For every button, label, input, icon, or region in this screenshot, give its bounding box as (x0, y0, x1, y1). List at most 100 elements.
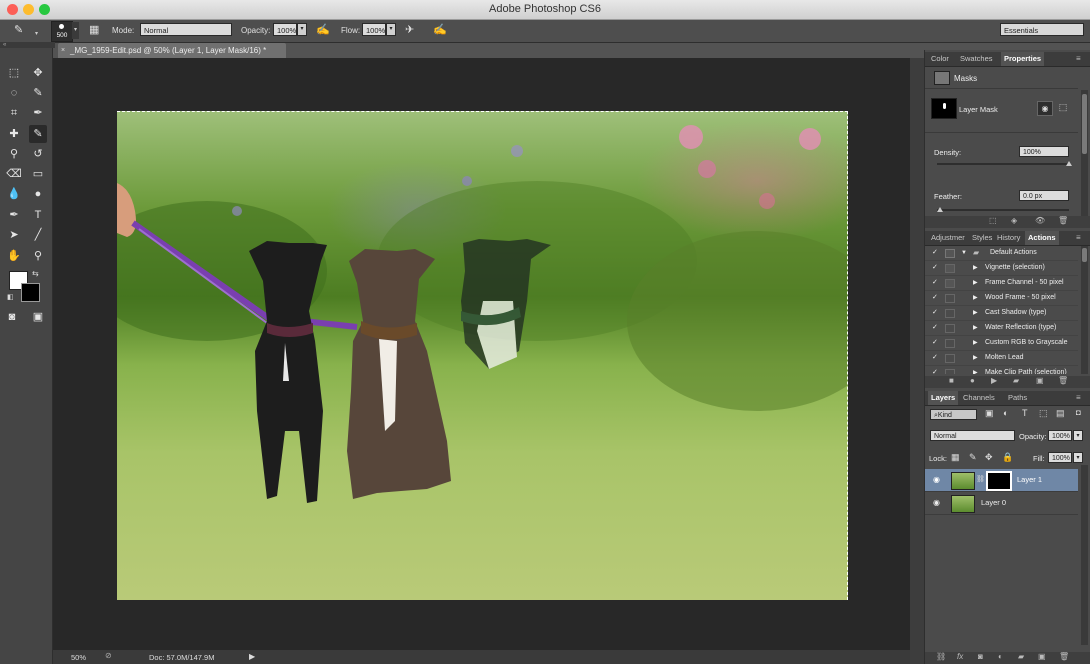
dialog-toggle-icon[interactable] (945, 294, 955, 303)
brush-picker[interactable]: 500 (51, 21, 73, 42)
triangle-right-icon[interactable]: ▶ (973, 321, 978, 335)
action-row[interactable]: ✓ ▶ Frame Channel - 50 pixel (925, 276, 1078, 291)
checkmark-icon[interactable]: ✓ (932, 261, 938, 275)
fill-input[interactable]: 100% (1048, 452, 1072, 463)
dialog-toggle-icon[interactable] (945, 279, 955, 288)
checkmark-icon[interactable]: ✓ (932, 321, 938, 335)
lock-all-icon[interactable]: 🔒 (1002, 452, 1013, 463)
play-icon[interactable]: ▶ (991, 376, 997, 385)
quick-selection-tool-icon[interactable]: ✎ (29, 84, 47, 102)
panel-menu-icon[interactable]: ≡ (1076, 393, 1081, 402)
crop-tool-icon[interactable]: ⌗ (5, 104, 23, 122)
vertical-scrollbar[interactable] (910, 58, 924, 664)
layer-name[interactable]: Layer 0 (981, 492, 1006, 514)
mask-thumbnail[interactable] (931, 98, 957, 119)
triangle-right-icon[interactable]: ▶ (973, 351, 978, 365)
move-tool-icon[interactable]: ✥ (29, 64, 47, 82)
link-icon[interactable]: ⛓ (976, 469, 985, 491)
document-tab[interactable]: × _MG_1959-Edit.psd @ 50% (Layer 1, Laye… (58, 43, 286, 58)
lasso-tool-icon[interactable]: ◌ (5, 84, 23, 102)
clone-stamp-tool-icon[interactable]: ⚲ (5, 145, 23, 163)
tab-adjustments[interactable]: Adjustmer (928, 231, 968, 245)
marquee-tool-icon[interactable]: ⬚ (5, 64, 23, 82)
add-mask-icon[interactable]: ◙ (978, 652, 983, 661)
path-selection-tool-icon[interactable]: ➤ (5, 226, 23, 244)
checkmark-icon[interactable]: ✓ (932, 306, 938, 320)
layer-1-thumbnail[interactable] (951, 472, 975, 490)
tab-layers[interactable]: Layers (928, 391, 959, 405)
filter-pixel-icon[interactable]: ▣ (985, 408, 994, 419)
dialog-toggle-icon[interactable] (945, 264, 955, 273)
document-canvas[interactable] (117, 111, 848, 600)
properties-scrollbar[interactable] (1081, 90, 1088, 220)
pressure-opacity-icon[interactable]: ✍ (316, 23, 330, 36)
tab-properties[interactable]: Properties (1001, 52, 1045, 66)
opacity-input[interactable]: 100% (273, 23, 297, 36)
layer-name[interactable]: Layer 1 (1017, 469, 1042, 491)
dialog-toggle-icon[interactable] (945, 249, 955, 258)
action-name[interactable]: Make Clip Path (selection) (985, 366, 1067, 374)
triangle-right-icon[interactable]: ▶ (973, 306, 978, 320)
action-name[interactable]: Water Reflection (type) (985, 321, 1056, 335)
flow-input[interactable]: 100% (362, 23, 386, 36)
dodge-tool-icon[interactable]: ● (29, 185, 47, 203)
action-row[interactable]: ✓ ▶ Vignette (selection) (925, 261, 1078, 276)
panel-menu-icon[interactable]: ≡ (1076, 233, 1081, 242)
history-brush-tool-icon[interactable]: ↺ (29, 145, 47, 163)
tab-history[interactable]: History (994, 231, 1023, 245)
layer-row-layer-1[interactable]: ◉ ⛓ Layer 1 (925, 469, 1078, 492)
panel-menu-icon[interactable]: ≡ (1076, 54, 1081, 63)
tab-paths[interactable]: Paths (1005, 391, 1030, 405)
filter-shape-icon[interactable]: ⬚ (1039, 408, 1048, 419)
brush-tool-preset-icon[interactable]: ✎ (14, 23, 23, 36)
link-layers-icon[interactable]: ⛓ (936, 652, 946, 661)
layer-style-icon[interactable]: fx (957, 652, 963, 661)
checkmark-icon[interactable]: ✓ (932, 366, 938, 374)
hand-tool-icon[interactable]: ✋ (5, 247, 23, 265)
action-row[interactable]: ✓ ▶ Custom RGB to Grayscale (925, 336, 1078, 351)
action-name[interactable]: Vignette (selection) (985, 261, 1045, 275)
gradient-tool-icon[interactable]: ▭ (29, 165, 47, 183)
lock-position-icon[interactable]: ✥ (985, 452, 993, 463)
default-colors-icon[interactable]: ◧ (7, 293, 14, 301)
quick-mask-icon[interactable]: ◙ (3, 308, 21, 326)
stop-recording-icon[interactable]: ■ (949, 376, 954, 385)
visibility-icon[interactable]: 👁 (1035, 216, 1045, 225)
triangle-down-icon[interactable]: ▼ (961, 246, 967, 260)
airbrush-icon[interactable]: ✈ (405, 23, 414, 36)
dialog-toggle-icon[interactable] (945, 354, 955, 363)
new-action-icon[interactable]: ▣ (1036, 376, 1044, 385)
checkmark-icon[interactable]: ✓ (932, 276, 938, 290)
lock-transparent-icon[interactable]: ▦ (951, 452, 960, 463)
fill-slider-toggle[interactable]: ▾ (1073, 452, 1083, 463)
layer-filter-kind[interactable]: ⌕Kind (930, 409, 977, 420)
density-input[interactable]: 100% (1019, 146, 1069, 157)
layer-0-thumbnail[interactable] (951, 495, 975, 513)
dialog-toggle-icon[interactable] (945, 324, 955, 333)
action-row[interactable]: ✓ ▶ Wood Frame - 50 pixel (925, 291, 1078, 306)
tab-channels[interactable]: Channels (960, 391, 998, 405)
triangle-right-icon[interactable]: ▶ (973, 291, 978, 305)
toolbox-collapse-icon[interactable]: « (0, 42, 55, 48)
density-slider-knob[interactable] (1066, 161, 1072, 166)
dialog-toggle-icon[interactable] (945, 309, 955, 318)
eraser-tool-icon[interactable]: ⌫ (5, 165, 23, 183)
tab-swatches[interactable]: Swatches (957, 52, 996, 66)
checkmark-icon[interactable]: ✓ (932, 246, 938, 260)
action-row[interactable]: ✓ ▶ Make Clip Path (selection) (925, 366, 1078, 374)
zoom-level[interactable]: 50% (71, 653, 86, 662)
mode-dropdown[interactable]: Normal (140, 23, 232, 36)
layer-1-mask-thumbnail[interactable] (986, 471, 1012, 491)
line-tool-icon[interactable]: ╱ (29, 226, 47, 244)
new-set-icon[interactable]: ▰ (1013, 376, 1019, 385)
new-group-icon[interactable]: ▰ (1018, 652, 1024, 661)
chevron-down-icon[interactable]: ▾ (35, 30, 38, 37)
adjustment-layer-icon[interactable]: ◐ (998, 652, 1003, 661)
status-menu-icon[interactable]: ⊘ (105, 651, 112, 660)
load-selection-icon[interactable]: ⬚ (989, 216, 997, 225)
layers-scrollbar[interactable] (1081, 465, 1088, 645)
delete-mask-icon[interactable]: 🗑 (1058, 216, 1068, 225)
delete-layer-icon[interactable]: 🗑 (1059, 652, 1069, 661)
blur-tool-icon[interactable]: 💧 (5, 185, 23, 203)
brush-tool-icon[interactable]: ✎ (29, 125, 47, 143)
